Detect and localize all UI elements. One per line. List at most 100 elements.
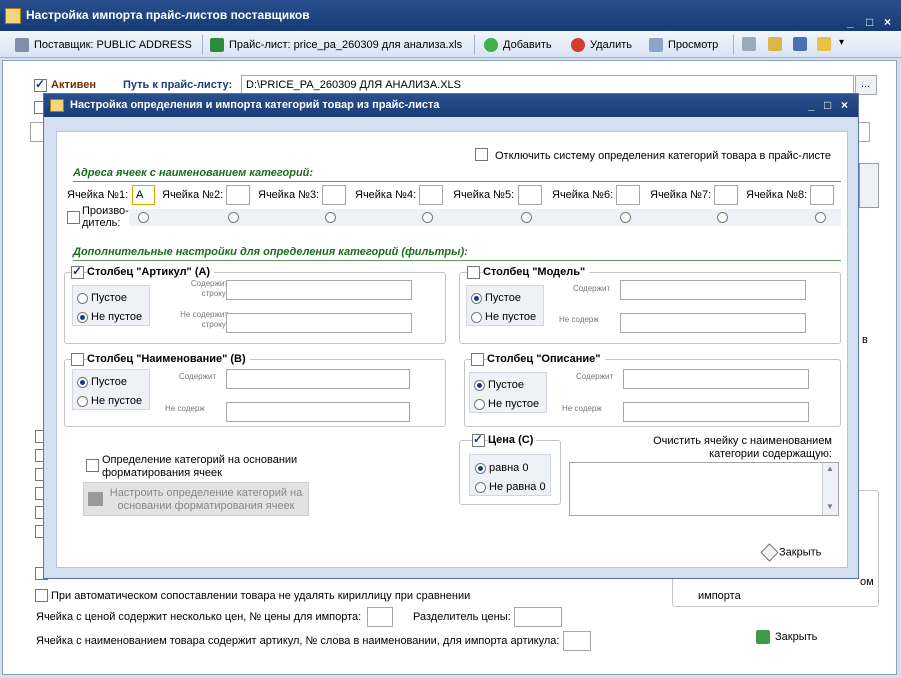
main-close-button[interactable]: Закрыть: [756, 628, 817, 646]
description-contains-input[interactable]: [623, 369, 809, 389]
add-button[interactable]: Добавить: [484, 35, 552, 55]
background-field[interactable]: [858, 122, 870, 142]
article-notempty-label: Не пустое: [91, 311, 143, 323]
price-separator-input[interactable]: [514, 607, 562, 627]
manufacturer-radio-7[interactable]: [717, 212, 728, 223]
article-word-input[interactable]: [563, 631, 591, 651]
manufacturer-radio-8[interactable]: [815, 212, 826, 223]
scroll-down-icon[interactable]: ▼: [826, 502, 834, 511]
model-contains-input[interactable]: [620, 280, 806, 300]
description-empty-radio[interactable]: [474, 380, 485, 391]
app-icon: [5, 8, 21, 24]
delete-button[interactable]: Удалить: [571, 35, 632, 55]
manufacturer-checkbox[interactable]: [67, 211, 80, 224]
active-checkbox[interactable]: [34, 77, 47, 92]
dialog-close-icon[interactable]: ×: [841, 94, 848, 117]
cell-input-4[interactable]: [419, 185, 443, 205]
keep-cyrillic-label: При автоматическом сопоставлении товара …: [51, 590, 471, 602]
toolbar: Поставщик: PUBLIC ADDRESS Прайс-лист: pr…: [0, 31, 901, 58]
add-icon: [484, 38, 498, 53]
name-notempty-radio[interactable]: [77, 396, 88, 407]
background-button[interactable]: [859, 163, 879, 208]
browse-button[interactable]: ...: [855, 75, 877, 95]
article-notcontains-input[interactable]: [226, 313, 412, 333]
disable-system-checkbox[interactable]: [475, 148, 488, 161]
folder-icon[interactable]: [817, 37, 831, 51]
supplier-button[interactable]: Поставщик: PUBLIC ADDRESS: [15, 35, 192, 55]
settings-icon: [88, 492, 103, 506]
description-empty-label: Пустое: [488, 379, 524, 391]
multi-price-input[interactable]: [367, 607, 393, 627]
article-contains-input[interactable]: [226, 280, 412, 300]
article-notcontains-label: Не содержит строку:: [180, 310, 228, 329]
dialog-close-button[interactable]: Закрыть: [760, 543, 822, 562]
manufacturer-radio-4[interactable]: [422, 212, 433, 223]
toolbar-overflow-icon[interactable]: ▾: [839, 37, 844, 48]
name-empty-radio[interactable]: [77, 377, 88, 388]
path-label: Путь к прайс-листу:: [123, 79, 233, 91]
manufacturer-radio-5[interactable]: [521, 212, 532, 223]
manufacturer-radio-3[interactable]: [325, 212, 336, 223]
dialog-maximize-icon[interactable]: □: [824, 94, 831, 117]
format-label: Определение категорий на основании форма…: [102, 454, 298, 479]
cell-label-4: Ячейка №4:: [355, 189, 417, 201]
preview-button[interactable]: Просмотр: [649, 35, 718, 55]
path-input[interactable]: D:\PRICE_PA_260309 ДЛЯ АНАЛИЗА.XLS: [241, 75, 854, 95]
price-neq-radio[interactable]: [475, 482, 486, 493]
price-checkbox[interactable]: [472, 432, 485, 447]
delete-label: Удалить: [590, 39, 632, 51]
dialog-icon: [50, 99, 64, 112]
cell-label-8: Ячейка №8:: [746, 189, 808, 201]
article-checkbox[interactable]: [71, 264, 84, 279]
format-settings-button[interactable]: Настроить определение категорий на основ…: [83, 482, 309, 516]
format-checkbox[interactable]: [86, 459, 99, 472]
side-text: импорта: [698, 590, 741, 602]
paste-icon[interactable]: [768, 37, 782, 51]
cell-input-7[interactable]: [714, 185, 738, 205]
name-notcontains-input[interactable]: [226, 402, 410, 422]
cell-input-6[interactable]: [616, 185, 640, 205]
cell-label-1: Ячейка №1:: [67, 189, 129, 201]
price-eq-radio[interactable]: [475, 463, 486, 474]
manufacturer-radio-6[interactable]: [620, 212, 631, 223]
manufacturer-radio-1[interactable]: [138, 212, 149, 223]
cell-label-6: Ячейка №6:: [552, 189, 614, 201]
clear-textarea[interactable]: ▲ ▼: [569, 462, 839, 516]
textarea-scrollbar[interactable]: ▲ ▼: [822, 463, 838, 515]
multi-price-label: Ячейка с ценой содержит несколько цен, №…: [36, 611, 362, 623]
model-notempty-radio[interactable]: [471, 312, 482, 323]
dialog-close-label: Закрыть: [779, 546, 822, 559]
dialog-title: Настройка определения и импорта категори…: [70, 99, 440, 111]
description-checkbox[interactable]: [471, 353, 484, 366]
pricelist-button[interactable]: Прайс-лист: price_pa_260309 для анализа.…: [210, 35, 462, 55]
name-checkbox[interactable]: [71, 353, 84, 366]
dialog-minimize-icon[interactable]: _: [808, 94, 815, 117]
cell-input-1[interactable]: A: [132, 185, 155, 205]
description-notempty-label: Не пустое: [488, 398, 540, 410]
separator: [733, 35, 734, 55]
cell-input-2[interactable]: [226, 185, 250, 205]
copy-icon[interactable]: [742, 37, 756, 51]
article-notempty-radio[interactable]: [77, 312, 88, 323]
cell-input-8[interactable]: [810, 185, 834, 205]
cell-input-3[interactable]: [322, 185, 346, 205]
close-check-icon: [760, 543, 779, 562]
save-icon[interactable]: [793, 37, 807, 51]
name-contains-input[interactable]: [226, 369, 410, 389]
keep-cyrillic-checkbox[interactable]: [35, 589, 48, 602]
scroll-up-icon[interactable]: ▲: [826, 464, 834, 473]
model-empty-radio[interactable]: [471, 293, 482, 304]
description-notempty-radio[interactable]: [474, 399, 485, 410]
main-close-label: Закрыть: [775, 631, 818, 643]
article-empty-radio[interactable]: [77, 293, 88, 304]
model-empty-label: Пустое: [485, 292, 521, 304]
cell-input-5[interactable]: [518, 185, 542, 205]
format-settings-label: Настроить определение категорий на основ…: [109, 487, 303, 512]
pricelist-label: Прайс-лист: price_pa_260309 для анализа.…: [229, 39, 463, 51]
model-checkbox[interactable]: [467, 266, 480, 279]
manufacturer-radio-2[interactable]: [228, 212, 239, 223]
model-contains-label: Содержит: [573, 284, 611, 293]
model-notcontains-input[interactable]: [620, 313, 806, 333]
description-notcontains-input[interactable]: [623, 402, 809, 422]
price-separator-label: Разделитель цены:: [413, 611, 511, 623]
